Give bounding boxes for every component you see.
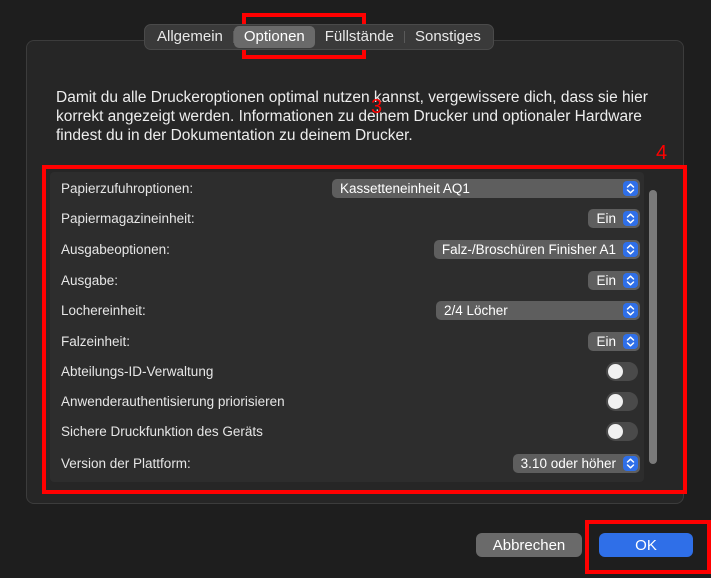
annotation-number-4: 4 [656, 142, 668, 164]
option-row-ausgabe: Ausgabe: Ein [50, 266, 644, 295]
option-row-abteilungs-id: Abteilungs-ID-Verwaltung [50, 357, 644, 386]
option-label: Anwenderauthentisierung priorisieren [61, 394, 285, 409]
sichere-druckfunktion-toggle[interactable] [606, 422, 638, 441]
papierzufuhr-popup[interactable]: Kassetteneinheit AQ1 [332, 179, 640, 198]
option-row-lochereinheit: Lochereinheit: 2/4 Löcher [50, 296, 644, 325]
tab-bar: Allgemein Optionen Füllstände Sonstiges [144, 24, 494, 50]
option-value: Ein [596, 273, 616, 288]
up-down-chevron-icon [623, 211, 638, 226]
up-down-chevron-icon [623, 181, 638, 196]
option-value: Kassetteneinheit AQ1 [340, 181, 470, 196]
ausgabeoptionen-popup[interactable]: Falz-/Broschüren Finisher A1 [433, 240, 640, 259]
toggle-knob [608, 364, 623, 379]
tab-sonstiges[interactable]: Sonstiges [405, 26, 491, 48]
option-label: Lochereinheit: [61, 303, 146, 318]
option-value: Ein [596, 211, 616, 226]
option-value: 3.10 oder höher [520, 456, 616, 471]
falzeinheit-popup[interactable]: Ein [588, 332, 640, 351]
description-text: Damit du alle Druckeroptionen optimal nu… [56, 89, 648, 144]
version-plattform-popup[interactable]: 3.10 oder höher [512, 454, 640, 473]
options-scrollbar[interactable] [646, 182, 660, 470]
option-row-version-plattform: Version der Plattform: 3.10 oder höher [50, 449, 644, 478]
option-row-anwenderauthentisierung: Anwenderauthentisierung priorisieren [50, 387, 644, 416]
ok-button[interactable]: OK [599, 533, 693, 557]
option-value: Ein [596, 334, 616, 349]
up-down-chevron-icon [623, 456, 638, 471]
up-down-chevron-icon [623, 334, 638, 349]
anwenderauthentisierung-toggle[interactable] [606, 392, 638, 411]
option-label: Version der Plattform: [61, 456, 191, 471]
option-value: Falz-/Broschüren Finisher A1 [441, 242, 616, 257]
option-value: 2/4 Löcher [444, 303, 508, 318]
toggle-knob [608, 424, 623, 439]
option-label: Abteilungs-ID-Verwaltung [61, 364, 214, 379]
tab-optionen[interactable]: Optionen [233, 26, 315, 48]
option-row-ausgabeoptionen: Ausgabeoptionen: Falz-/Broschüren Finish… [50, 235, 644, 264]
option-label: Papiermagazineinheit: [61, 211, 195, 226]
up-down-chevron-icon [623, 273, 638, 288]
option-row-papierzufuhr: Papierzufuhroptionen: Kassetteneinheit A… [50, 174, 644, 203]
option-label: Ausgabeoptionen: [61, 242, 170, 257]
option-label: Ausgabe: [61, 273, 119, 288]
option-label: Sichere Druckfunktion des Geräts [61, 424, 263, 439]
tab-allgemein[interactable]: Allgemein [147, 26, 233, 48]
option-label: Papierzufuhroptionen: [61, 181, 194, 196]
toggle-knob [608, 394, 623, 409]
tab-fuellstaende[interactable]: Füllstände [315, 26, 404, 48]
options-list: Papierzufuhroptionen: Kassetteneinheit A… [50, 172, 644, 482]
ausgabe-popup[interactable]: Ein [588, 271, 640, 290]
up-down-chevron-icon [623, 303, 638, 318]
cancel-button[interactable]: Abbrechen [476, 533, 582, 557]
annotation-number-3: 3 [371, 96, 383, 118]
up-down-chevron-icon [623, 242, 638, 257]
option-row-falzeinheit: Falzeinheit: Ein [50, 327, 644, 356]
scrollbar-thumb[interactable] [649, 190, 657, 464]
option-label: Falzeinheit: [61, 334, 131, 349]
abteilungs-id-toggle[interactable] [606, 362, 638, 381]
option-row-papiermagazin: Papiermagazineinheit: Ein [50, 204, 644, 233]
papiermagazin-popup[interactable]: Ein [588, 209, 640, 228]
lochereinheit-popup[interactable]: 2/4 Löcher [436, 301, 640, 320]
option-row-sichere-druckfunktion: Sichere Druckfunktion des Geräts [50, 417, 644, 446]
